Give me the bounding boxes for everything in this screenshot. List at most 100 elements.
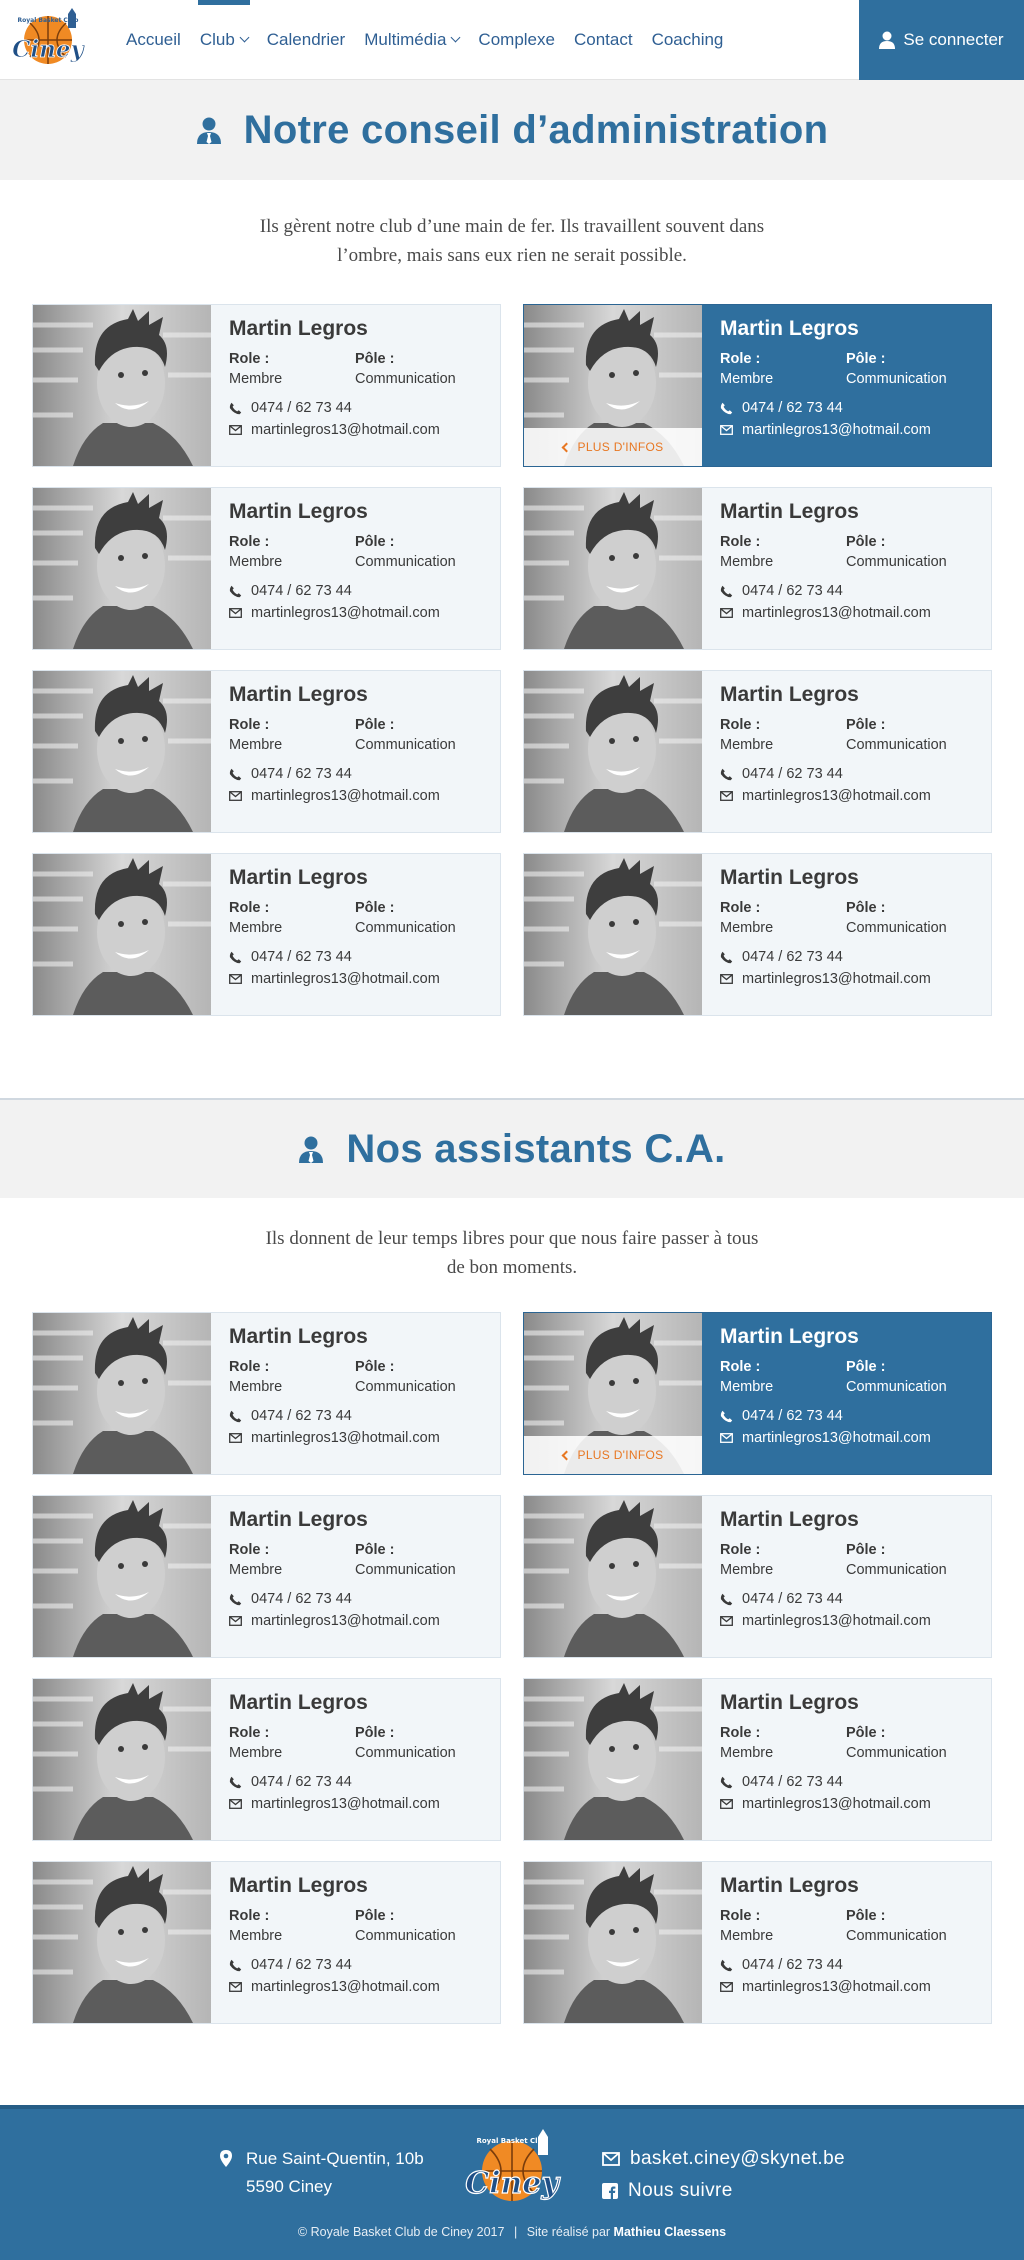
member-role: Membre <box>720 1562 774 1578</box>
member-phone-link[interactable]: 0474 / 62 73 44 <box>229 1954 490 1976</box>
main-navigation: Accueil Club Calendrier Multimédia Complexe C… <box>126 0 742 80</box>
member-phone-link[interactable]: 0474 / 62 73 44 <box>720 763 981 785</box>
member-card[interactable]: Martin Legros Role : Membre Pôle : Communica… <box>523 670 992 833</box>
nav-item-complexe[interactable]: Complexe <box>478 0 555 80</box>
nav-item-calendrier[interactable]: Calendrier <box>267 0 345 80</box>
member-card[interactable]: Martin Legros Role : Membre Pôle : Communica… <box>523 1495 992 1658</box>
member-info: Martin Legros Role : Membre Pôle : Communica… <box>720 1508 981 1632</box>
chevron-down-icon <box>450 32 461 43</box>
member-email-link[interactable]: martinlegros13@hotmail.com <box>229 602 490 624</box>
member-phone-link[interactable]: 0474 / 62 73 44 <box>229 1588 490 1610</box>
member-pole: Communication <box>846 554 947 570</box>
member-phone-link[interactable]: 0474 / 62 73 44 <box>229 763 490 785</box>
member-email-link[interactable]: martinlegros13@hotmail.com <box>229 1427 490 1449</box>
member-card[interactable]: Martin Legros Role : Membre Pôle : Communica… <box>32 1495 501 1658</box>
footer-email: basket.ciney@skynet.be <box>630 2148 846 2169</box>
member-phone-link[interactable]: 0474 / 62 73 44 <box>229 1405 490 1427</box>
member-phone-link[interactable]: 0474 / 62 73 44 <box>720 1771 981 1793</box>
intro-line: de bon moments. <box>446 1257 578 1278</box>
member-phone-link[interactable]: 0474 / 62 73 44 <box>229 580 490 602</box>
envelope-icon <box>229 1433 242 1443</box>
member-phone: 0474 / 62 73 44 <box>742 1774 843 1790</box>
site-footer: Rue Saint-Quentin, 10b 5590 Ciney Royal … <box>0 2105 1024 2260</box>
member-email-link[interactable]: martinlegros13@hotmail.com <box>229 1793 490 1815</box>
member-phone-link[interactable]: 0474 / 62 73 44 <box>720 1954 981 1976</box>
member-email-link[interactable]: martinlegros13@hotmail.com <box>229 419 490 441</box>
nav-item-accueil[interactable]: Accueil <box>126 0 181 80</box>
member-email: martinlegros13@hotmail.com <box>251 971 440 987</box>
member-card[interactable]: Martin Legros Role : Membre Pôle : Communica… <box>32 1861 501 2024</box>
member-phone: 0474 / 62 73 44 <box>251 1774 352 1790</box>
member-card[interactable]: Martin Legros Role : Membre Pôle : Communica… <box>32 853 501 1016</box>
member-email: martinlegros13@hotmail.com <box>251 1613 440 1629</box>
user-tie-icon <box>196 117 221 144</box>
member-email-link[interactable]: martinlegros13@hotmail.com <box>720 1793 981 1815</box>
member-phone-link[interactable]: 0474 / 62 73 44 <box>720 1405 981 1427</box>
member-info: Martin Legros Role : Membre Pôle : Communica… <box>229 1325 490 1449</box>
member-pole: Communication <box>846 1745 947 1761</box>
member-phone-link[interactable]: 0474 / 62 73 44 <box>229 397 490 419</box>
role-label: Role : <box>720 1908 761 1924</box>
member-pole: Communication <box>846 920 947 936</box>
member-card[interactable]: Martin Legros Role : Membre Pôle : Communica… <box>523 853 992 1016</box>
member-email-link[interactable]: martinlegros13@hotmail.com <box>720 1976 981 1998</box>
member-phone-link[interactable]: 0474 / 62 73 44 <box>720 580 981 602</box>
member-phone-link[interactable]: 0474 / 62 73 44 <box>720 397 981 419</box>
nav-item-coaching[interactable]: Coaching <box>652 0 724 80</box>
member-role: Membre <box>720 371 774 387</box>
footer-logo[interactable]: Royal Basket Club Ciney <box>460 2127 564 2215</box>
member-email-link[interactable]: martinlegros13@hotmail.com <box>720 785 981 807</box>
footer-social-link[interactable]: Nous suivre <box>602 2175 845 2207</box>
more-info-button[interactable]: PLUS D'INFOS <box>524 428 702 466</box>
member-email-link[interactable]: martinlegros13@hotmail.com <box>229 785 490 807</box>
member-email-link[interactable]: martinlegros13@hotmail.com <box>229 968 490 990</box>
member-email-link[interactable]: martinlegros13@hotmail.com <box>720 968 981 990</box>
member-card[interactable]: Martin Legros Role : Membre Pôle : Communica… <box>32 670 501 833</box>
member-pole: Communication <box>355 1379 456 1395</box>
member-email-link[interactable]: martinlegros13@hotmail.com <box>720 419 981 441</box>
member-card[interactable]: Martin Legros Role : Membre Pôle : Communica… <box>32 1312 501 1475</box>
member-card[interactable]: PLUS D'INFOS Martin Legros Role : Membre Pôl… <box>523 1312 992 1475</box>
more-info-button[interactable]: PLUS D'INFOS <box>524 1436 702 1474</box>
member-phone: 0474 / 62 73 44 <box>742 400 843 416</box>
phone-icon <box>229 1593 242 1605</box>
member-email-link[interactable]: martinlegros13@hotmail.com <box>229 1976 490 1998</box>
member-name: Martin Legros <box>229 1691 368 1714</box>
login-button[interactable]: Se connecter <box>859 0 1024 80</box>
member-info: Martin Legros Role : Membre Pôle : Communica… <box>720 866 981 990</box>
credit-author-link[interactable]: Mathieu Claessens <box>614 2225 727 2239</box>
nav-item-contact[interactable]: Contact <box>574 0 633 80</box>
member-email-link[interactable]: martinlegros13@hotmail.com <box>720 1427 981 1449</box>
club-logo[interactable]: Royal Basket Club Ciney <box>8 8 88 72</box>
footer-social-label: Nous suivre <box>628 2180 733 2201</box>
member-photo <box>33 1496 211 1657</box>
member-card[interactable]: Martin Legros Role : Membre Pôle : Communica… <box>523 1678 992 1841</box>
footer-email-link[interactable]: basket.ciney@skynet.be <box>602 2143 845 2175</box>
envelope-icon <box>720 791 733 801</box>
member-email-link[interactable]: martinlegros13@hotmail.com <box>229 1610 490 1632</box>
phone-icon <box>720 1593 733 1605</box>
pole-label: Pôle : <box>846 1908 886 1924</box>
pole-label: Pôle : <box>846 717 886 733</box>
member-card[interactable]: PLUS D'INFOS Martin Legros Role : Membre Pôl… <box>523 304 992 467</box>
member-card[interactable]: Martin Legros Role : Membre Pôle : Communica… <box>32 304 501 467</box>
pole-label: Pôle : <box>846 1542 886 1558</box>
member-email-link[interactable]: martinlegros13@hotmail.com <box>720 1610 981 1632</box>
copyright-separator: | <box>513 2225 518 2239</box>
member-email-link[interactable]: martinlegros13@hotmail.com <box>720 602 981 624</box>
member-phone-link[interactable]: 0474 / 62 73 44 <box>720 1588 981 1610</box>
member-phone-link[interactable]: 0474 / 62 73 44 <box>720 946 981 968</box>
nav-item-label: Club <box>199 30 235 49</box>
member-card[interactable]: Martin Legros Role : Membre Pôle : Communica… <box>32 487 501 650</box>
nav-item-club[interactable]: Club <box>197 0 250 80</box>
member-card[interactable]: Martin Legros Role : Membre Pôle : Communica… <box>32 1678 501 1841</box>
member-name: Martin Legros <box>720 317 859 340</box>
member-card[interactable]: Martin Legros Role : Membre Pôle : Communica… <box>523 1861 992 2024</box>
member-photo <box>524 1862 702 2023</box>
nav-item-multimedia[interactable]: Multimédia <box>364 0 461 80</box>
member-phone-link[interactable]: 0474 / 62 73 44 <box>229 946 490 968</box>
member-phone-link[interactable]: 0474 / 62 73 44 <box>229 1771 490 1793</box>
envelope-icon <box>229 608 242 618</box>
phone-icon <box>229 585 242 597</box>
member-card[interactable]: Martin Legros Role : Membre Pôle : Communica… <box>523 487 992 650</box>
